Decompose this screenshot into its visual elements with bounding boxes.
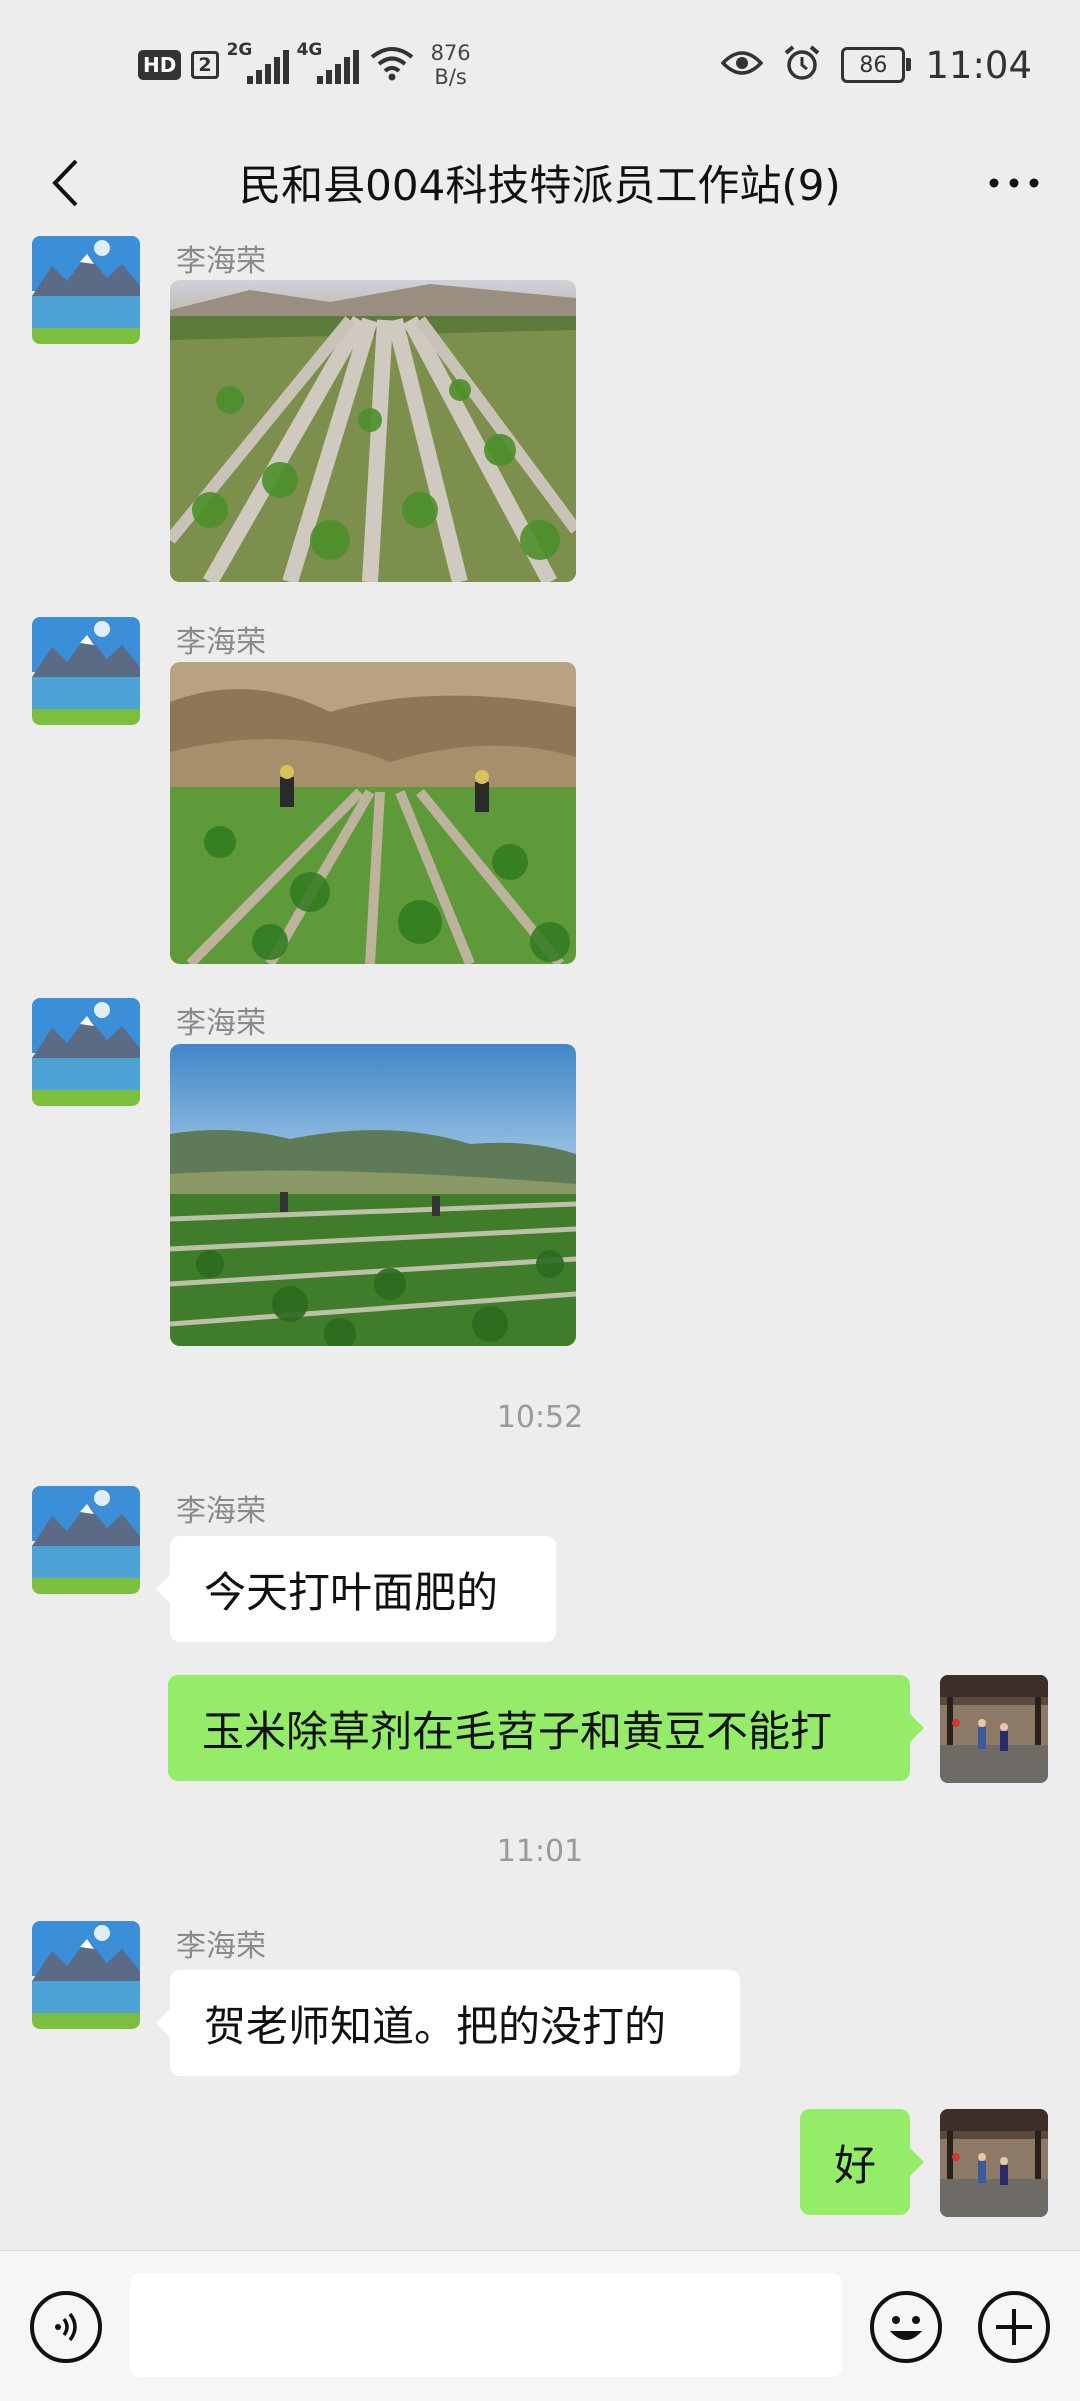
status-right: 86 11:04 [720,30,1032,100]
sender-name: 李海荣 [176,1494,266,1529]
sender-avatar[interactable] [32,998,140,1106]
sender-avatar[interactable] [32,236,140,344]
speed-unit: B/s [434,65,467,89]
outgoing-text-bubble[interactable]: 玉米除草剂在毛苕子和黄豆不能打 [168,1675,924,1781]
outgoing-text-bubble[interactable]: 好 [800,2109,924,2215]
sender-avatar[interactable] [32,1921,140,2029]
my-avatar[interactable] [940,1675,1048,1783]
sender-avatar[interactable] [32,1486,140,1594]
alarm-icon [783,44,821,86]
eye-icon [720,48,764,82]
more-icon[interactable] [976,148,1052,218]
network-type-label: 2G [226,40,253,60]
status-left: HD 2 2G 4G 876 B/s [138,30,471,100]
emoji-icon[interactable] [870,2291,942,2363]
sender-name: 李海荣 [176,244,266,279]
speed-value: 876 [430,41,471,65]
chat-title: 民和县004科技特派员工作站(9) [239,161,841,210]
network-type-label: 4G [296,40,323,60]
message-input[interactable] [130,2273,842,2377]
incoming-text-bubble[interactable]: 贺老师知道。把的没打的 [156,1970,740,2076]
timestamp: 10:52 [496,1400,584,1435]
sender-name: 李海荣 [176,625,266,660]
status-bar: HD 2 2G 4G 876 B/s 86 11:04 [0,0,1080,130]
sim-badge: 2 [191,51,219,79]
plus-icon[interactable] [978,2291,1050,2363]
status-time: 11:04 [925,43,1032,87]
back-icon[interactable] [30,148,100,218]
hd-badge: HD [138,50,182,80]
image-message[interactable] [170,662,576,964]
sender-avatar[interactable] [32,617,140,725]
wifi-icon [369,45,415,85]
sender-name: 李海荣 [176,1929,266,1964]
signal-icon-2g: 2G [227,40,289,84]
incoming-text-bubble[interactable]: 今天打叶面肥的 [156,1536,556,1642]
input-bar [0,2250,1080,2401]
network-speed: 876 B/s [431,41,471,89]
my-avatar[interactable] [940,2109,1048,2217]
timestamp: 11:01 [496,1834,584,1869]
sender-name: 李海荣 [176,1006,266,1041]
image-message[interactable] [170,280,576,582]
chat-header: 民和县004科技特派员工作站(9) [0,130,1080,235]
image-message[interactable] [170,1044,576,1346]
voice-icon[interactable] [30,2291,102,2363]
battery-icon: 86 [841,47,912,83]
signal-icon-4g: 4G [297,40,359,84]
